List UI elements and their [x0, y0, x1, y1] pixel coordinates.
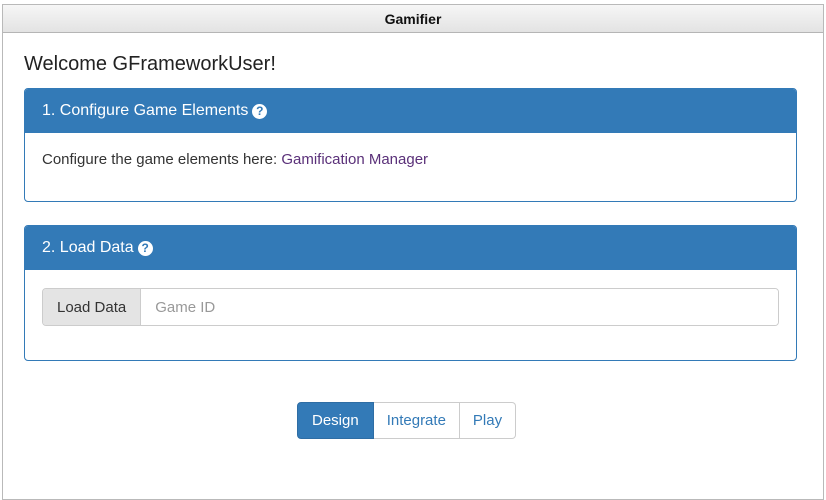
load-data-addon-label: Load Data	[43, 289, 142, 325]
configure-description: Configure the game elements here:	[42, 151, 282, 168]
help-icon[interactable]: ?	[252, 103, 268, 119]
design-tab[interactable]: Design	[297, 402, 374, 439]
load-data-panel-title: 2. Load Data	[42, 239, 134, 256]
integrate-tab[interactable]: Integrate	[373, 402, 460, 439]
game-id-input[interactable]	[141, 289, 778, 325]
gamification-manager-link[interactable]: Gamification Manager	[281, 151, 428, 168]
mode-tab-group: Design Integrate Play	[297, 402, 517, 439]
load-data-panel-heading: 2. Load Data ?	[25, 226, 796, 270]
main-content: Welcome GFrameworkUser! 1. Configure Gam…	[24, 33, 797, 439]
load-data-panel-body: Load Data	[25, 270, 796, 344]
configure-panel: 1. Configure Game Elements ? Configure t…	[24, 88, 797, 202]
window-titlebar: Gamifier	[3, 5, 823, 33]
configure-panel-body: Configure the game elements here: Gamifi…	[25, 133, 796, 186]
play-tab[interactable]: Play	[459, 402, 517, 439]
configure-panel-heading: 1. Configure Game Elements ?	[25, 89, 796, 133]
app-window: Gamifier Welcome GFrameworkUser! 1. Conf…	[2, 4, 824, 500]
help-icon[interactable]: ?	[137, 240, 153, 256]
welcome-heading: Welcome GFrameworkUser!	[24, 53, 276, 75]
configure-panel-title: 1. Configure Game Elements	[42, 102, 249, 119]
window-title: Gamifier	[384, 10, 442, 27]
game-id-input-group: Load Data	[42, 288, 779, 326]
load-data-panel: 2. Load Data ? Load Data	[24, 225, 797, 361]
